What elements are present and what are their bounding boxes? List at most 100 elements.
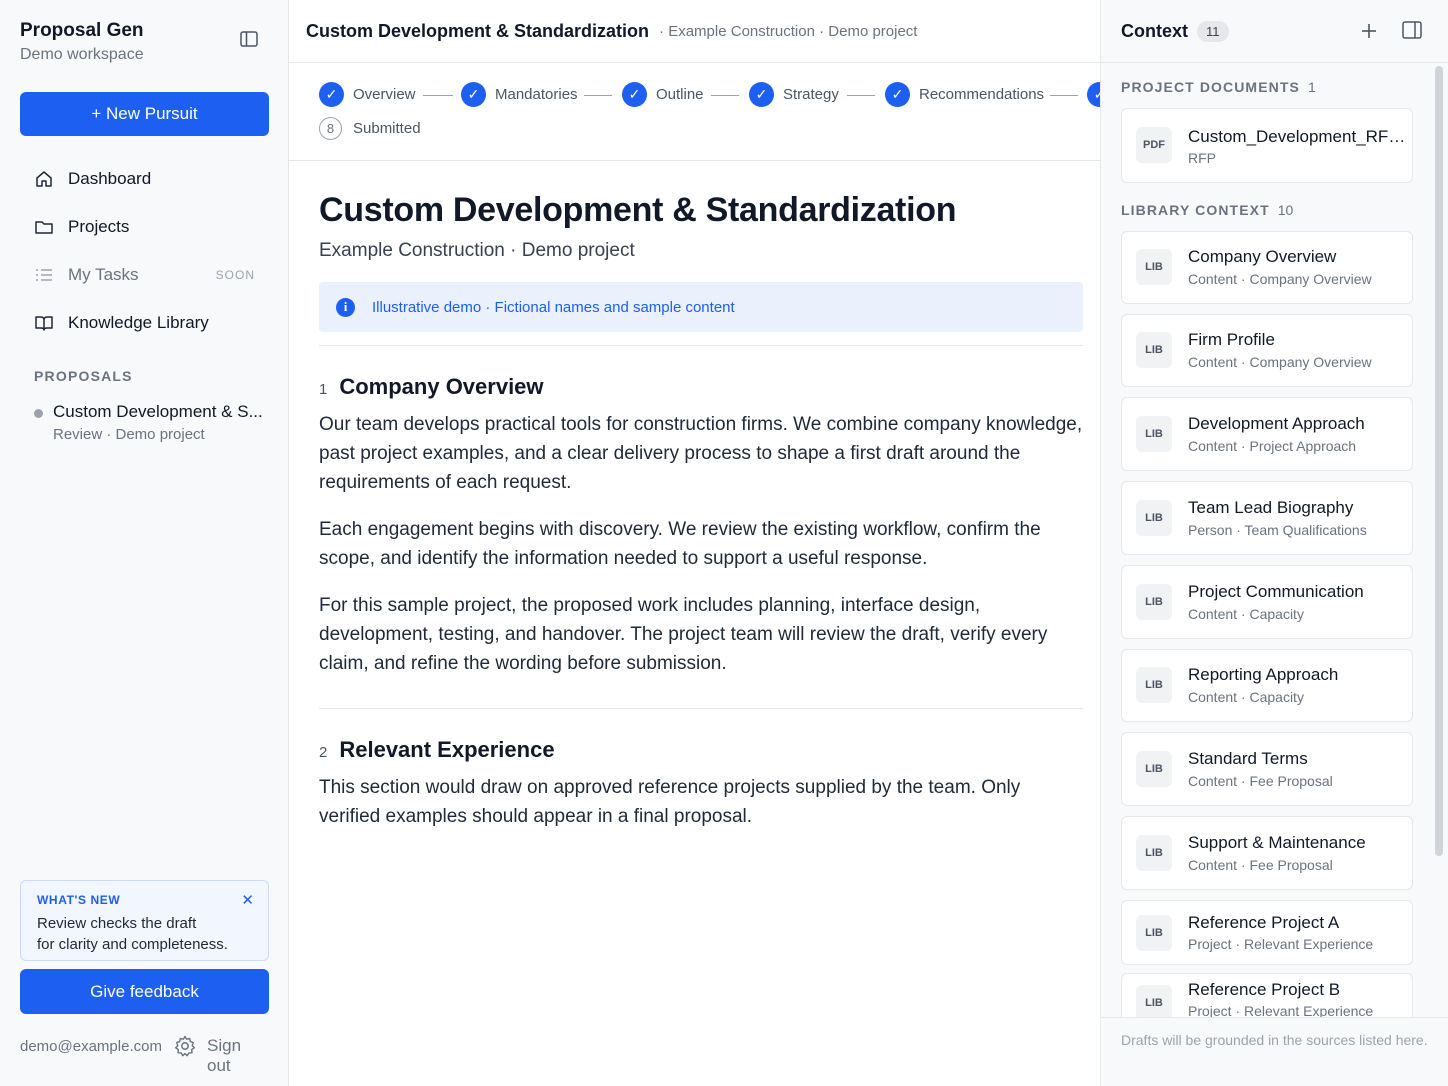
step-label: Overview <box>353 86 416 103</box>
context-card-library[interactable]: LIB Reference Project A Project · Releva… <box>1121 900 1413 965</box>
step-connector <box>711 95 739 96</box>
nav-label: Knowledge Library <box>68 313 209 332</box>
sidebar-toggle-icon[interactable] <box>238 28 260 50</box>
gear-icon[interactable] <box>174 1035 196 1057</box>
nav-item-projects[interactable]: Projects <box>20 203 269 251</box>
info-icon: i <box>336 297 355 317</box>
step-mandatories[interactable]: ✓ Mandatories <box>461 82 578 107</box>
paragraph: Our team develops practical tools for co… <box>319 414 1083 493</box>
proposals-section-label: PROPOSALS <box>34 368 133 384</box>
section-number: 2 <box>319 744 328 761</box>
step-submitted[interactable]: 8 Submitted <box>319 117 421 140</box>
give-feedback-button[interactable]: Give feedback <box>20 969 269 1014</box>
breadcrumb: · Example Construction · Demo project <box>659 22 918 40</box>
context-card-library[interactable]: LIB Firm Profile Content · Company Overv… <box>1121 314 1413 387</box>
whats-new-card: WHAT'S NEW Review checks the draft for c… <box>20 880 269 961</box>
step-strategy[interactable]: ✓ Strategy <box>749 82 839 107</box>
document-title: Custom Development & Standardization <box>319 191 957 229</box>
check-icon: ✓ <box>885 82 910 107</box>
context-item-meta: RFP <box>1188 150 1216 166</box>
paragraph: This section would draw on approved refe… <box>319 777 1021 827</box>
context-card-library[interactable]: LIB Support & Maintenance Content · Fee … <box>1121 816 1413 890</box>
context-item-meta: Content · Project Approach <box>1188 438 1357 454</box>
main-nav: Dashboard Projects My Tasks SOON Knowled… <box>20 155 269 347</box>
context-item-meta: Content · Company Overview <box>1188 271 1372 287</box>
banner-text: Illustrative demo · Fictional names and … <box>372 298 735 316</box>
sign-out-link[interactable]: Sign out <box>207 1036 269 1076</box>
step-six[interactable]: ✓ <box>1087 82 1100 107</box>
brand: Proposal Gen Demo workspace <box>20 20 144 64</box>
step-connector <box>847 95 875 96</box>
section-heading: 1 Company Overview <box>319 374 1083 400</box>
page-title: Custom Development & Standardization <box>306 20 650 41</box>
library-icon: LIB <box>1136 985 1172 1021</box>
whats-new-text: Review checks the draft for clarity and … <box>37 913 252 955</box>
step-label: Submitted <box>353 120 421 137</box>
context-item-name: Company Overview <box>1188 247 1337 266</box>
context-card-library[interactable]: LIB Company Overview Content · Company O… <box>1121 231 1413 304</box>
step-label: Strategy <box>783 86 839 103</box>
panel-toggle-icon[interactable] <box>1402 21 1424 43</box>
step-connector <box>584 95 612 96</box>
context-card-library[interactable]: LIB Project Communication Content · Capa… <box>1121 565 1413 639</box>
step-connector <box>423 95 453 96</box>
context-card-library[interactable]: LIB Team Lead Biography Person · Team Qu… <box>1121 481 1413 555</box>
group-count: 1 <box>1307 79 1316 95</box>
close-icon[interactable]: ✕ <box>241 891 254 909</box>
context-item-meta: Content · Capacity <box>1188 689 1304 705</box>
context-panel: Context 11 PROJECT DOCUMENTS 1 PDF Custom… <box>1101 0 1448 1086</box>
context-scrollbar[interactable] <box>1435 66 1443 856</box>
check-icon: ✓ <box>622 82 647 107</box>
context-card-library[interactable]: LIB Reporting Approach Content · Capacit… <box>1121 649 1413 722</box>
app-title: Proposal Gen <box>20 20 144 41</box>
proposal-status: Review · Demo project <box>53 426 205 443</box>
divider <box>319 345 1083 346</box>
step-recommendations[interactable]: ✓ Recommendations <box>885 82 1044 107</box>
context-item-name: Team Lead Biography <box>1188 498 1354 517</box>
folder-icon <box>34 217 54 237</box>
project-documents-label: PROJECT DOCUMENTS 1 <box>1121 79 1316 95</box>
account-footer: demo@example.com Sign out <box>20 1032 269 1075</box>
user-email: demo@example.com <box>20 1037 162 1055</box>
proposal-item[interactable]: Custom Development & S... Review · Demo … <box>34 402 274 443</box>
check-icon: ✓ <box>749 82 774 107</box>
context-item-name: Custom_Development_RFP... <box>1188 127 1408 146</box>
library-icon: LIB <box>1136 249 1172 285</box>
context-item-name: Reference Project B <box>1188 980 1341 999</box>
library-icon: LIB <box>1136 751 1172 787</box>
nav-item-dashboard[interactable]: Dashboard <box>20 155 269 203</box>
demo-banner: i Illustrative demo · Fictional names an… <box>319 282 1083 332</box>
whats-new-line: for clarity and completeness. <box>37 936 228 953</box>
new-pursuit-button[interactable]: + New Pursuit <box>20 92 269 136</box>
nav-label: My Tasks <box>68 265 139 284</box>
check-icon: ✓ <box>461 82 486 107</box>
add-icon[interactable] <box>1358 20 1380 42</box>
nav-item-knowledge-library[interactable]: Knowledge Library <box>20 299 269 347</box>
context-item-name: Reference Project A <box>1188 913 1340 932</box>
nav-item-my-tasks[interactable]: My Tasks SOON <box>20 251 269 299</box>
group-label-text: PROJECT DOCUMENTS <box>1121 79 1300 95</box>
library-icon: LIB <box>1136 915 1172 951</box>
topbar: Custom Development & Standardization · E… <box>289 0 1100 63</box>
context-header: Context 11 <box>1101 0 1448 63</box>
status-dot <box>34 409 43 418</box>
check-icon: ✓ <box>319 82 344 107</box>
library-icon: LIB <box>1136 667 1172 703</box>
context-card-library[interactable]: LIB Standard Terms Content · Fee Proposa… <box>1121 732 1413 806</box>
workspace-name: Demo workspace <box>20 46 144 63</box>
step-outline[interactable]: ✓ Outline <box>622 82 704 107</box>
context-item-meta: Content · Company Overview <box>1188 354 1372 370</box>
library-icon: LIB <box>1136 416 1172 452</box>
context-item-meta: Content · Fee Proposal <box>1188 857 1333 873</box>
context-card-document[interactable]: PDF Custom_Development_RFP... RFP <box>1121 108 1413 183</box>
nav-label: Projects <box>68 217 130 236</box>
step-label: Recommendations <box>919 86 1045 103</box>
section-title: Company Overview <box>339 374 544 399</box>
context-item-name: Reporting Approach <box>1188 665 1339 684</box>
step-label: Outline <box>656 86 704 103</box>
step-overview[interactable]: ✓ Overview <box>319 82 416 107</box>
context-card-library[interactable]: LIB Development Approach Content · Proje… <box>1121 397 1413 471</box>
progress-stepper: ✓ Overview ✓ Mandatories ✓ Outline ✓ Str… <box>289 63 1100 161</box>
library-icon: LIB <box>1136 332 1172 368</box>
context-item-name: Development Approach <box>1188 414 1365 433</box>
